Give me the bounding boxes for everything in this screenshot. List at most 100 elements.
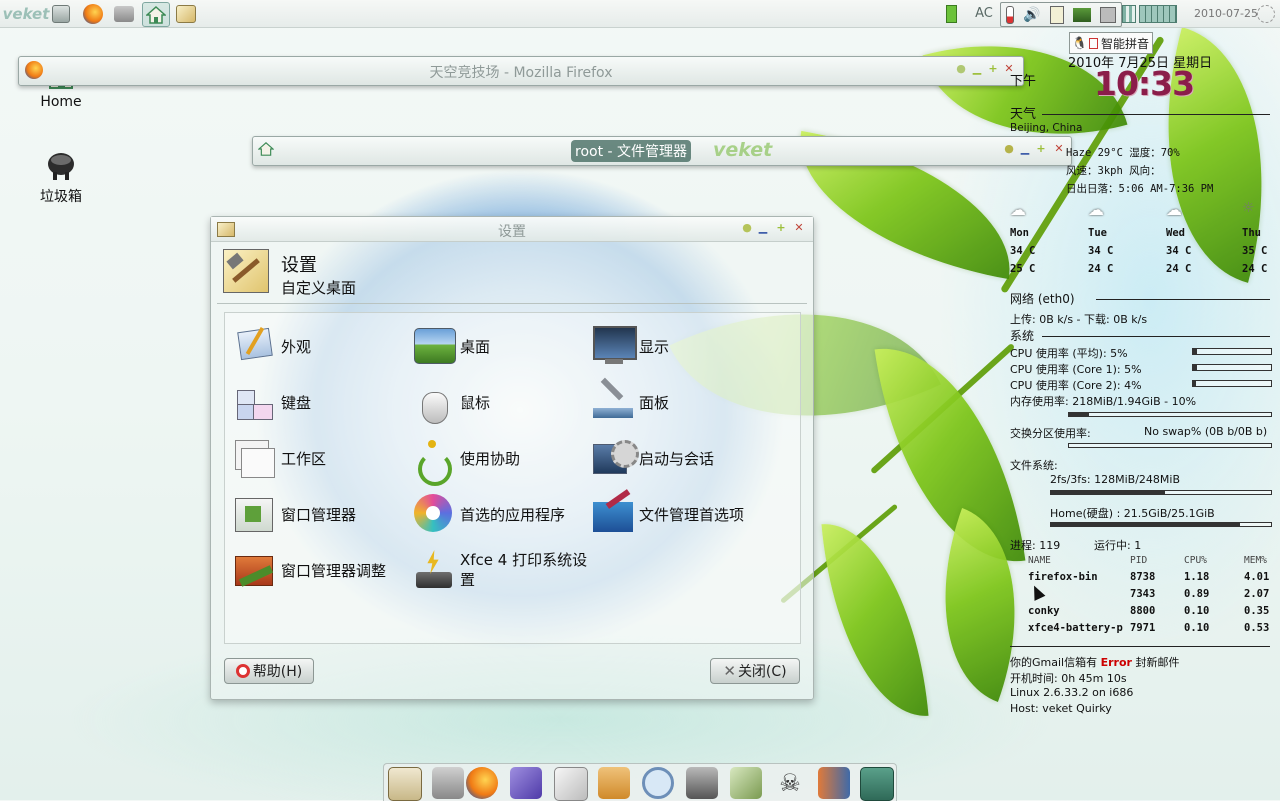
edit-icon[interactable] [554, 767, 588, 801]
firefox-icon[interactable] [466, 767, 498, 799]
proc-pid: 8738 [1130, 571, 1156, 583]
cpu-core1: CPU 使用率 (Core 1): 5% [1010, 363, 1142, 376]
drive-icon[interactable] [113, 2, 135, 25]
settings-item-mouse[interactable]: 鼠标 [412, 379, 490, 425]
settings-item-workspace[interactable]: 工作区 [233, 435, 326, 481]
battery-icon[interactable] [944, 2, 958, 25]
swap-label: 交换分区使用率: [1010, 427, 1091, 440]
forecast-low: 24 C [1088, 263, 1114, 275]
settings-item-session[interactable]: 启动与会话 [591, 435, 714, 481]
settings-item-label: 使用协助 [460, 449, 521, 468]
settings-item-wm-tweaks[interactable]: 窗口管理器调整 [233, 547, 386, 593]
settings-item-file-manager-prefs[interactable]: 文件管理首选项 [591, 489, 744, 537]
settings-item-desktop[interactable]: 桌面 [412, 323, 490, 369]
sun-icon: ☼ [1242, 200, 1255, 216]
network-speed: 上传: 0B k/s - 下载: 0B k/s [1010, 313, 1148, 326]
settings-titlebar[interactable]: 设置 ● ▁ + ✕ [211, 217, 813, 242]
window-title: root - 文件管理器 [571, 140, 692, 162]
printer-tray-icon[interactable] [1100, 6, 1117, 23]
fs-home-bar [1050, 522, 1272, 527]
close-button-label: 关闭(C) [737, 664, 787, 680]
settings-item-label: 工作区 [281, 449, 327, 468]
thermometer-icon[interactable] [1005, 5, 1014, 24]
settings-item-label: 首选的应用程序 [460, 505, 566, 524]
appearance-icon [233, 324, 277, 368]
proc-name: conky [1028, 605, 1060, 617]
swap-value: No swap% (0B b/0B b) [1144, 425, 1268, 438]
screenshot-icon[interactable] [860, 767, 894, 801]
search-icon[interactable] [642, 767, 674, 799]
cpu-core2-bar [1192, 380, 1272, 387]
volume-icon[interactable]: 🔊 [1023, 7, 1040, 23]
pin-icon[interactable]: ● [955, 63, 967, 75]
wm-tweaks-icon [233, 548, 277, 592]
settings-item-label: 窗口管理器调整 [281, 561, 387, 580]
preferences-icon[interactable] [510, 767, 542, 799]
system-title: 系统 [1010, 329, 1035, 343]
ime-label: 智能拼音 [1100, 36, 1149, 51]
tools-icon[interactable] [432, 767, 464, 799]
accessibility-icon [412, 436, 456, 486]
settings-item-label: 桌面 [460, 337, 491, 356]
minimize-button[interactable]: ▁ [971, 63, 983, 75]
proc-mem: 0.53 [1244, 622, 1270, 634]
firefox-window[interactable]: 天空竞技场 - Mozilla Firefox ● ▁ + ✕ [18, 56, 1024, 86]
fs-aufs: 2fs/3fs: 128MiB/248MiB [1050, 473, 1180, 486]
firefox-icon[interactable] [82, 2, 104, 25]
minimize-button[interactable]: ▁ [757, 222, 769, 234]
door-icon[interactable] [818, 767, 850, 799]
image-icon[interactable] [175, 2, 197, 25]
settings-item-label: 外观 [281, 337, 312, 356]
veket-logo[interactable]: veket [3, 2, 50, 25]
forecast-low: 24 C [1242, 263, 1268, 275]
settings-item-appearance[interactable]: 外观 [233, 323, 311, 369]
settings-item-display[interactable]: 显示 [591, 323, 669, 369]
home-icon[interactable] [142, 2, 170, 27]
settings-item-preferred-apps[interactable]: 首选的应用程序 [412, 491, 565, 537]
network-title: 网络 (eth0) [1010, 292, 1075, 306]
lock-icon[interactable] [730, 767, 762, 799]
help-button[interactable]: 帮助(H) [224, 658, 314, 684]
settings-item-label: 面板 [639, 393, 670, 412]
memory-bar [1068, 412, 1272, 417]
settings-item-window-manager[interactable]: 窗口管理器 [233, 491, 356, 537]
proc-header-name: NAME [1028, 555, 1051, 566]
maximize-button[interactable]: + [775, 222, 787, 234]
close-dialog-button[interactable]: ✕ 关闭(C) [710, 658, 800, 684]
gmail-error: Error [1100, 656, 1132, 669]
file-manager-window[interactable]: root - 文件管理器 veket ● ▁ + ✕ [252, 136, 1072, 166]
notes-icon[interactable] [1049, 5, 1064, 24]
weather-location: Beijing, China [1010, 122, 1083, 134]
skull-icon[interactable]: ☠ [774, 767, 806, 799]
settings-item-label: 启动与会话 [639, 449, 715, 468]
desktop-icon-label: Home [40, 94, 82, 110]
settings-icon[interactable] [388, 767, 422, 801]
top-panel: veket AC 🔊 2010-07-25 [0, 0, 1280, 28]
conky-time: 10:33 [1094, 64, 1195, 103]
fs-home: Home(硬盘) : 21.5GiB/25.1GiB [1050, 507, 1215, 520]
settings-item-keyboard[interactable]: 键盘 [233, 379, 311, 425]
clock-icon[interactable] [1256, 2, 1276, 25]
maximize-button[interactable]: + [987, 63, 999, 75]
forecast-high: 34 C [1010, 245, 1036, 257]
workspace-switcher-icon[interactable] [1122, 2, 1136, 25]
file-icon[interactable] [50, 2, 72, 25]
close-button[interactable]: ✕ [793, 222, 805, 234]
settings-window: 设置 ● ▁ + ✕ 设置 自定义桌面 外观 桌面 显示 键盘 鼠标 面板 工作… [210, 216, 814, 700]
panel-icon [591, 377, 635, 424]
drive-icon[interactable] [686, 767, 718, 799]
settings-item-printer[interactable]: Xfce 4 打印系统设置 [412, 547, 590, 593]
pin-icon[interactable]: ● [741, 222, 753, 234]
proc-cpu: 0.10 [1184, 605, 1210, 617]
proc-cpu: 0.10 [1184, 622, 1210, 634]
panel-date[interactable]: 2010-07-25 [1186, 2, 1266, 25]
settings-item-panel[interactable]: 面板 [591, 377, 670, 425]
divider [1010, 646, 1270, 647]
pager[interactable] [1139, 2, 1177, 25]
uptime: 开机时间: 0h 45m 10s [1010, 672, 1127, 685]
desktop-icon-trash[interactable]: 垃圾箱 [16, 150, 106, 206]
settings-item-label: 键盘 [281, 393, 312, 412]
shell-icon[interactable] [598, 767, 630, 799]
settings-item-accessibility[interactable]: 使用协助 [412, 435, 521, 486]
network-icon[interactable] [1073, 7, 1092, 22]
